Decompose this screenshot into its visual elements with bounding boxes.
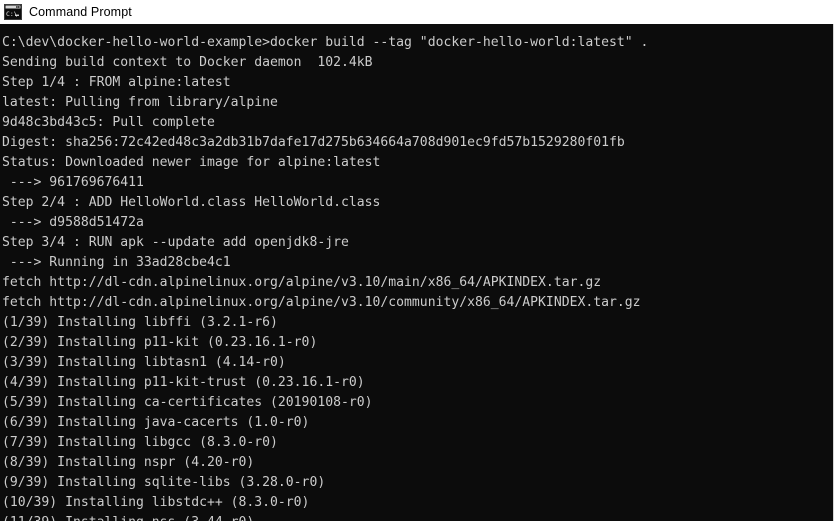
console-line: (4/39) Installing p11-kit-trust (0.23.16… — [2, 375, 365, 390]
window-titlebar[interactable]: C:\ Command Prompt — [0, 0, 834, 24]
console-line: Digest: sha256:72c42ed48c3a2db31b7dafe17… — [2, 135, 625, 150]
console-line: latest: Pulling from library/alpine — [2, 95, 278, 110]
command-prompt-window: C:\ Command Prompt C:\dev\docker-hello-w… — [0, 0, 834, 521]
window-title-text: Command Prompt — [29, 4, 132, 19]
console-line: 9d48c3bd43c5: Pull complete — [2, 115, 215, 130]
console-line: C:\dev\docker-hello-world-example>docker… — [2, 35, 649, 50]
console-line: Status: Downloaded newer image for alpin… — [2, 155, 381, 170]
console-line: (8/39) Installing nspr (4.20-r0) — [2, 455, 255, 470]
console-line: ---> 961769676411 — [2, 175, 144, 190]
console-line: (11/39) Installing nss (3.44-r0) — [2, 513, 833, 521]
console-line: ---> d9588d51472a — [2, 215, 144, 230]
console-line: ---> Running in 33ad28cbe4c1 — [2, 255, 231, 270]
console-line: Step 1/4 : FROM alpine:latest — [2, 75, 231, 90]
console-text-buffer: C:\dev\docker-hello-world-example>docker… — [0, 24, 833, 521]
svg-text:C:\: C:\ — [6, 10, 18, 18]
console-line: fetch http://dl-cdn.alpinelinux.org/alpi… — [2, 275, 602, 290]
console-line: Step 3/4 : RUN apk --update add openjdk8… — [2, 235, 349, 250]
console-line: Step 2/4 : ADD HelloWorld.class HelloWor… — [2, 195, 381, 210]
console-line: (5/39) Installing ca-certificates (20190… — [2, 395, 373, 410]
command-prompt-icon: C:\ — [4, 3, 22, 20]
console-line: (3/39) Installing libtasn1 (4.14-r0) — [2, 355, 286, 370]
console-line: Sending build context to Docker daemon 1… — [2, 55, 373, 70]
console-output-area[interactable]: C:\dev\docker-hello-world-example>docker… — [0, 24, 834, 521]
console-line: fetch http://dl-cdn.alpinelinux.org/alpi… — [2, 295, 641, 310]
console-line: (1/39) Installing libffi (3.2.1-r6) — [2, 315, 278, 330]
console-line: (2/39) Installing p11-kit (0.23.16.1-r0) — [2, 335, 318, 350]
console-line: (10/39) Installing libstdc++ (8.3.0-r0) — [2, 495, 310, 510]
console-line: (6/39) Installing java-cacerts (1.0-r0) — [2, 415, 310, 430]
console-line: (7/39) Installing libgcc (8.3.0-r0) — [2, 435, 278, 450]
console-line: (9/39) Installing sqlite-libs (3.28.0-r0… — [2, 475, 326, 490]
